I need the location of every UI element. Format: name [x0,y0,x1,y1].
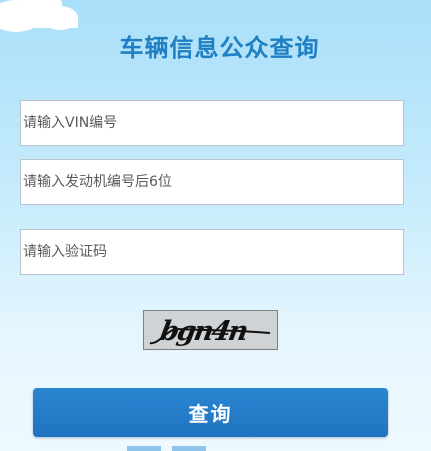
captcha-input[interactable] [20,229,404,275]
page-title: 车辆信息公众查询 [119,34,320,62]
engine-number-input[interactable] [20,159,404,205]
captcha-image[interactable]: bgn4n [143,310,278,350]
footer-decoration [172,446,206,451]
footer-decoration [127,446,161,451]
query-button[interactable]: 查询 [33,388,388,437]
vin-input[interactable] [20,100,404,146]
